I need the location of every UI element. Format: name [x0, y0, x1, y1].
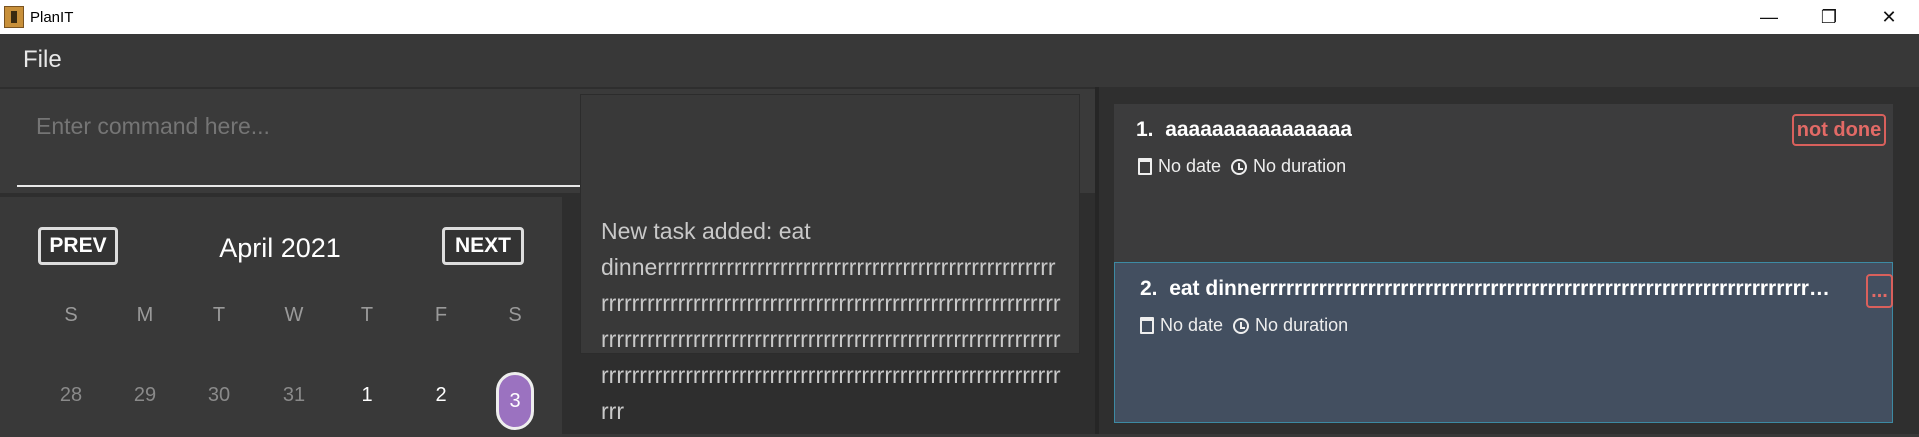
- weekday-label: S: [64, 304, 78, 326]
- task-title: aaaaaaaaaaaaaaaa: [1165, 118, 1353, 141]
- app-icon: [4, 6, 24, 28]
- result-message: New task added: eat dinnerrrrrrrrrrrrrrr…: [601, 218, 1061, 424]
- close-button[interactable]: ✕: [1859, 0, 1919, 34]
- task-duration: No duration: [1253, 156, 1347, 176]
- status-badge: ...: [1866, 274, 1893, 308]
- weekday-label: S: [508, 304, 522, 326]
- calendar-day[interactable]: 1: [347, 384, 387, 407]
- clock-icon: [1233, 317, 1250, 334]
- status-badge: not done: [1792, 114, 1886, 146]
- task-card-selected[interactable]: 2. eat dinnerrrrrrrrrrrrrrrrrrrrrrrrrrrr…: [1114, 262, 1893, 423]
- calendar-icon: [1140, 317, 1154, 334]
- weekday-label: M: [136, 304, 154, 326]
- task-index: 2.: [1140, 277, 1158, 300]
- task-date: No date: [1158, 156, 1222, 176]
- clock-icon: [1231, 158, 1248, 175]
- weekday-label: T: [360, 304, 374, 326]
- calendar-day[interactable]: 31: [274, 384, 314, 407]
- title-bar: PlanIT — ❐ ✕: [0, 0, 1919, 34]
- calendar-month: April 2021: [219, 233, 341, 263]
- calendar-day[interactable]: 30: [199, 384, 239, 407]
- calendar-day[interactable]: 29: [125, 384, 165, 407]
- prev-month-button[interactable]: PREV: [38, 227, 118, 265]
- calendar-day[interactable]: 28: [51, 384, 91, 407]
- weekday-label: W: [284, 304, 304, 326]
- calendar-day-selected[interactable]: 3: [496, 372, 534, 430]
- task-index: 1.: [1136, 118, 1154, 141]
- task-duration: No duration: [1255, 315, 1349, 335]
- menu-bar: File: [0, 34, 1919, 87]
- weekday-label: F: [434, 304, 448, 326]
- task-card[interactable]: 1. aaaaaaaaaaaaaaaa No date No duration …: [1114, 104, 1893, 262]
- window-title: PlanIT: [30, 8, 74, 26]
- minimize-button[interactable]: —: [1739, 0, 1799, 34]
- calendar-panel: PREV April 2021 NEXT S M T W T F S 28 29 30 31 1 2 3: [0, 197, 562, 437]
- calendar-day[interactable]: 2: [421, 384, 461, 407]
- menu-file[interactable]: File: [23, 46, 62, 74]
- next-month-button[interactable]: NEXT: [442, 227, 524, 265]
- weekday-label: T: [212, 304, 226, 326]
- calendar-icon: [1138, 158, 1152, 175]
- task-date: No date: [1160, 315, 1224, 335]
- restore-button[interactable]: ❐: [1799, 0, 1859, 34]
- task-title: eat dinnerrrrrrrrrrrrrrrrrrrrrrrrrrrrrrr…: [1169, 277, 1835, 300]
